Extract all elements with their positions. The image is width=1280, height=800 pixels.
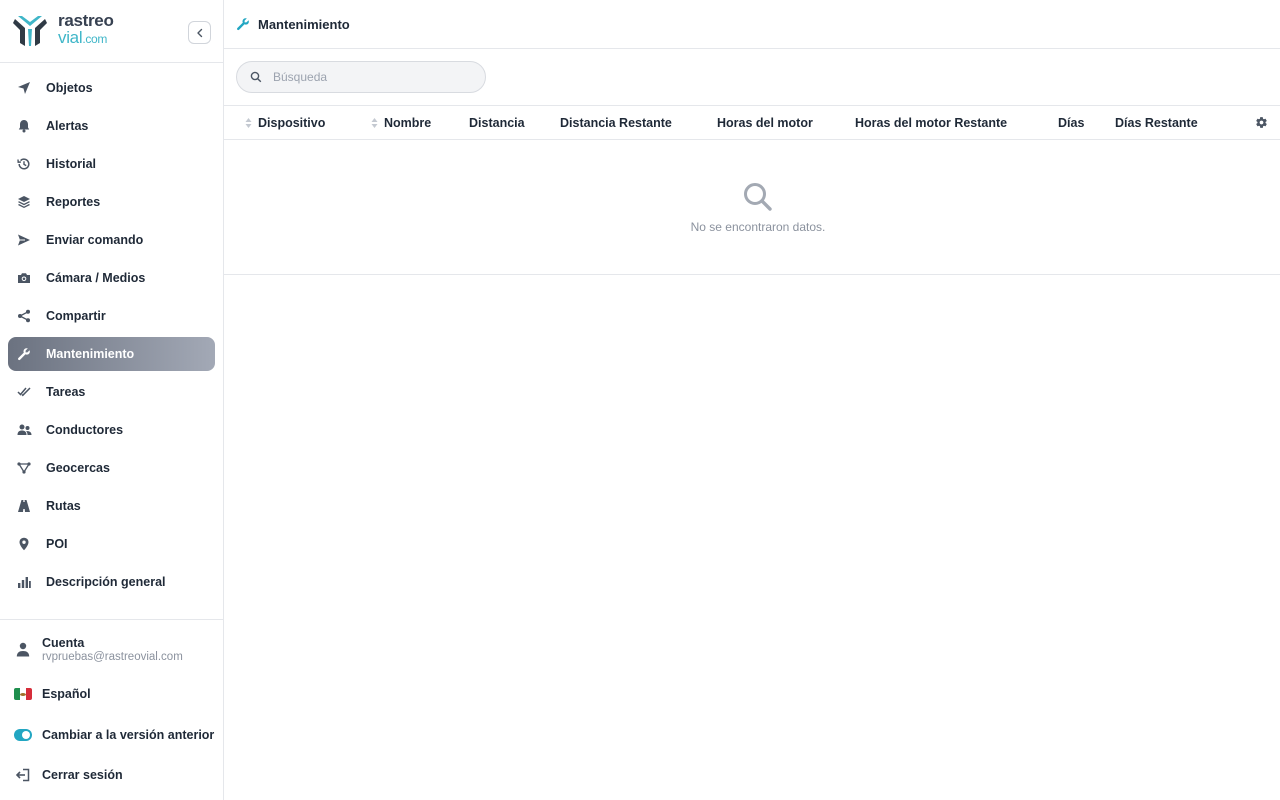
road-icon (16, 498, 32, 514)
camera-icon (16, 270, 32, 286)
sidebar-item-label: Rutas (46, 499, 81, 513)
column-label: Horas del motor Restante (855, 115, 1008, 130)
sidebar-item-label: POI (46, 537, 68, 551)
sidebar-item-historial[interactable]: Historial (8, 147, 215, 181)
sidebar-item-label: Enviar comando (46, 233, 144, 247)
rastreovial-logo (13, 16, 47, 46)
bar-chart-icon (16, 574, 32, 590)
sidebar-item-rutas[interactable]: Rutas (8, 489, 215, 523)
column-label: Días (1058, 115, 1085, 130)
column-label: Distancia Restante (560, 115, 672, 130)
sidebar-item-label: Compartir (46, 309, 106, 323)
account-label: Cuenta (42, 636, 85, 650)
gear-icon[interactable] (1254, 115, 1268, 129)
table-header: Dispositivo Nombre Distancia Distancia R… (224, 105, 1280, 140)
sidebar: rastreo vial.com Objetos Alertas Histori… (0, 0, 224, 800)
brand-line2: vial.com (58, 29, 114, 48)
search-icon (250, 71, 262, 83)
sidebar-item-label: Conductores (46, 423, 124, 437)
location-arrow-icon (16, 80, 32, 96)
column-header-dias[interactable]: Días (1058, 106, 1084, 139)
page-title: Mantenimiento (258, 16, 350, 32)
column-header-dias-restante[interactable]: Días Restante (1115, 106, 1198, 139)
brand-line1: rastreo (58, 11, 114, 30)
toggle-on-icon (14, 726, 32, 744)
column-header-horas-motor-restante[interactable]: Horas del motor Restante (855, 106, 1007, 139)
language-label: Español (42, 687, 91, 701)
users-icon (16, 422, 32, 438)
sidebar-item-poi[interactable]: POI (8, 527, 215, 561)
account-info: Cuenta rvpruebas@rastreovial.com (42, 636, 183, 663)
polygon-icon (16, 460, 32, 476)
user-icon (14, 641, 32, 659)
logout-label: Cerrar sesión (42, 768, 123, 782)
sidebar-item-tareas[interactable]: Tareas (8, 375, 215, 409)
search-icon (744, 183, 772, 211)
sidebar-item-enviar-comando[interactable]: Enviar comando (8, 223, 215, 257)
sidebar-item-objetos[interactable]: Objetos (8, 71, 215, 105)
sidebar-item-label: Objetos (46, 81, 93, 95)
switch-version-label: Cambiar a la versión anterior (42, 728, 215, 742)
page-header: Mantenimiento (224, 0, 1280, 49)
share-icon (16, 308, 32, 324)
layers-icon (16, 194, 32, 210)
empty-state: No se encontraron datos. (224, 140, 1280, 275)
sidebar-item-reportes[interactable]: Reportes (8, 185, 215, 219)
chevron-left-icon (196, 28, 202, 37)
column-label: Dispositivo (258, 115, 326, 130)
column-header-distancia-restante[interactable]: Distancia Restante (560, 106, 672, 139)
bell-icon (16, 118, 32, 134)
sidebar-item-label: Mantenimiento (46, 347, 135, 361)
column-header-distancia[interactable]: Distancia (469, 106, 525, 139)
column-label: Días Restante (1115, 115, 1198, 130)
sidebar-item-label: Descripción general (46, 575, 166, 589)
mexico-flag-icon (14, 685, 32, 703)
sidebar-item-descripcion-general[interactable]: Descripción general (8, 565, 215, 599)
language-selector[interactable]: Español (8, 685, 215, 703)
sidebar-item-label: Historial (46, 157, 97, 171)
wrench-icon (16, 346, 32, 362)
logout-button[interactable]: Cerrar sesión (8, 766, 215, 784)
brand-line2-text: vial (58, 28, 83, 47)
sidebar-item-compartir[interactable]: Compartir (8, 299, 215, 333)
search-box[interactable] (236, 61, 486, 93)
brand-wordmark: rastreo vial.com (58, 12, 114, 48)
account-menu[interactable]: Cuenta rvpruebas@rastreovial.com (8, 636, 215, 663)
sidebar-item-alertas[interactable]: Alertas (8, 109, 215, 143)
sidebar-item-geocercas[interactable]: Geocercas (8, 451, 215, 485)
brand-line2-suffix: .com (82, 32, 108, 46)
sort-icon (245, 117, 252, 129)
logo-area: rastreo vial.com (0, 0, 223, 63)
sidebar-item-label: Reportes (46, 195, 101, 209)
map-pin-icon (16, 536, 32, 552)
sign-out-icon (14, 766, 32, 784)
sidebar-item-label: Tareas (46, 385, 86, 399)
sidebar-item-label: Alertas (46, 119, 89, 133)
column-label: Distancia (469, 115, 525, 130)
sidebar-item-camara-medios[interactable]: Cámara / Medios (8, 261, 215, 295)
main-content: Mantenimiento Dispositivo Nombre Distanc… (224, 0, 1280, 800)
column-header-nombre[interactable]: Nombre (371, 106, 431, 139)
history-icon (16, 156, 32, 172)
sidebar-item-mantenimiento[interactable]: Mantenimiento (8, 337, 215, 371)
wrench-icon (236, 17, 250, 31)
account-email: rvpruebas@rastreovial.com (42, 651, 183, 663)
column-label: Nombre (384, 115, 432, 130)
column-header-dispositivo[interactable]: Dispositivo (245, 106, 325, 139)
collapse-sidebar-button[interactable] (188, 21, 211, 44)
switch-version-toggle[interactable]: Cambiar a la versión anterior (8, 726, 215, 744)
send-icon (16, 232, 32, 248)
column-label: Horas del motor (717, 115, 813, 130)
double-check-icon (16, 384, 32, 400)
empty-message: No se encontraron datos. (690, 220, 826, 234)
sidebar-item-label: Cámara / Medios (46, 271, 146, 285)
column-header-horas-motor[interactable]: Horas del motor (717, 106, 813, 139)
sidebar-divider (0, 619, 223, 620)
search-input[interactable] (273, 70, 473, 84)
sidebar-item-conductores[interactable]: Conductores (8, 413, 215, 447)
sort-icon (371, 117, 378, 129)
sidebar-item-label: Geocercas (46, 461, 110, 475)
